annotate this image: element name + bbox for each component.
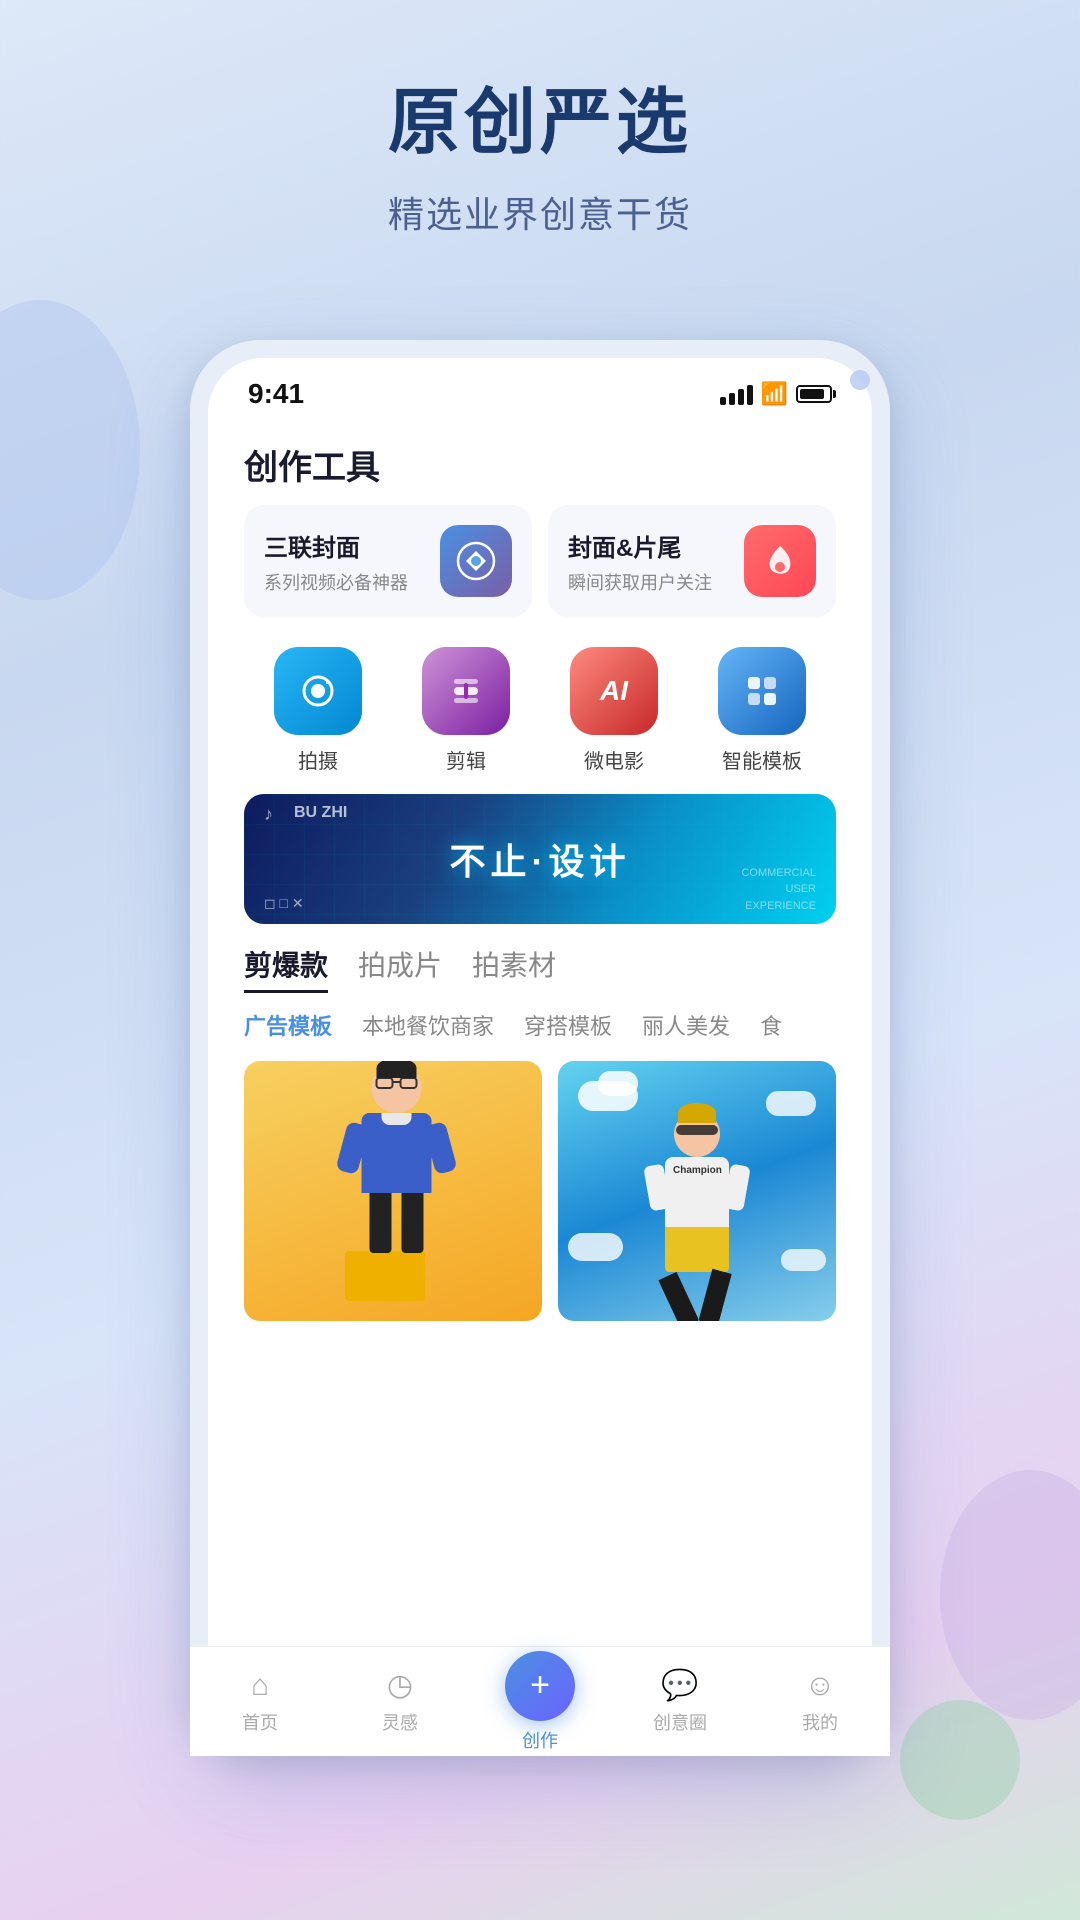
hero-section: 原创严选 精选业界创意干货: [0, 0, 1080, 268]
tool-card-title-1: 三联封面: [264, 528, 408, 563]
status-bar: 9:41 📶: [208, 358, 872, 420]
tool-card-title-2: 封面&片尾: [568, 528, 712, 563]
tab-material[interactable]: 拍素材: [472, 944, 556, 993]
phone-mockup: 9:41 📶 创作工具: [190, 340, 890, 1756]
tool-card-icon-triple: [440, 525, 512, 597]
phone-screen: 9:41 📶 创作工具: [208, 358, 872, 1738]
mine-icon: ☺: [805, 1669, 836, 1703]
sub-tab-ad[interactable]: 广告模板: [244, 1009, 332, 1045]
banner-tiktok-logo: ♪: [264, 804, 273, 825]
nav-item-create[interactable]: + 创作: [470, 1651, 610, 1731]
wifi-icon: 📶: [761, 381, 788, 407]
nav-label-mine: 我的: [802, 1709, 838, 1731]
home-icon: ⌂: [251, 1669, 269, 1703]
screen-content: 创作工具 三联封面 系列视频必备神器: [208, 420, 872, 1730]
micro-film-icon: AI: [570, 647, 658, 735]
hero-subtitle: 精选业界创意干货: [0, 186, 1080, 238]
hero-title: 原创严选: [0, 80, 1080, 166]
shoot-label: 拍摄: [298, 745, 338, 774]
tool-card-cover-tail[interactable]: 封面&片尾 瞬间获取用户关注: [548, 505, 836, 617]
sub-tab-beauty[interactable]: 丽人美发: [642, 1009, 730, 1045]
status-time: 9:41: [248, 378, 304, 410]
shoot-icon: [274, 647, 362, 735]
nav-item-home[interactable]: ⌂ 首页: [208, 1669, 330, 1731]
page-title: 创作工具: [208, 420, 872, 505]
smart-template-icon: [718, 647, 806, 735]
icon-item-edit[interactable]: 剪辑: [422, 647, 510, 774]
nav-label-create: 创作: [522, 1727, 558, 1731]
tool-card-triple-cover[interactable]: 三联封面 系列视频必备神器: [244, 505, 532, 617]
circle-icon: 💬: [661, 1668, 698, 1703]
bg-decoration-left: [0, 300, 140, 600]
nav-label-inspire: 灵感: [382, 1709, 418, 1730]
create-button[interactable]: +: [505, 1651, 575, 1721]
tool-card-desc-1: 系列视频必备神器: [264, 569, 408, 595]
nav-label-circle: 创意圈: [653, 1709, 707, 1730]
icon-item-smart-template[interactable]: 智能模板: [718, 647, 806, 774]
edit-icon: [422, 647, 510, 735]
sub-tab-more[interactable]: 食: [760, 1009, 782, 1045]
banner-main-text: 不止·设计: [450, 833, 631, 885]
deco-dot: [850, 370, 870, 390]
icon-item-shoot[interactable]: 拍摄: [274, 647, 362, 774]
banner-sub-left: ◻ □ ✕: [264, 895, 304, 912]
tools-cards: 三联封面 系列视频必备神器 封面&: [208, 505, 872, 637]
promo-banner[interactable]: ♪ BU ZHI 不止·设计 ◻ □ ✕ COMMERCIALUSEREXPER…: [244, 794, 836, 924]
sub-tab-food[interactable]: 本地餐饮商家: [362, 1009, 494, 1045]
nav-label-home: 首页: [242, 1709, 278, 1731]
status-icons: 📶: [720, 381, 832, 407]
smart-template-label: 智能模板: [722, 745, 802, 774]
banner-sub-right: COMMERCIALUSEREXPERIENCE: [741, 865, 816, 915]
signal-icon: [720, 383, 753, 405]
battery-icon: [796, 385, 832, 403]
main-tabs: 剪爆款 拍成片 拍素材: [208, 944, 872, 1009]
tool-card-icon-cover: [744, 525, 816, 597]
image-grid: Champion: [208, 1061, 872, 1321]
tab-cut[interactable]: 剪爆款: [244, 944, 328, 993]
phone-frame: 9:41 📶 创作工具: [190, 340, 890, 1756]
sub-tabs: 广告模板 本地餐饮商家 穿搭模板 丽人美发 食: [208, 1009, 872, 1061]
bg-decoration-br: [900, 1700, 1020, 1820]
inspire-icon: ◷: [387, 1668, 413, 1703]
nav-item-circle[interactable]: 💬 创意圈: [610, 1668, 750, 1730]
bottom-nav: ⌂ 首页 ◷ 灵感 + 创作 💬 创意圈: [208, 1646, 872, 1730]
image-card-yellow[interactable]: [244, 1061, 542, 1321]
tab-shoot[interactable]: 拍成片: [358, 944, 442, 993]
tool-card-desc-2: 瞬间获取用户关注: [568, 569, 712, 595]
nav-item-mine[interactable]: ☺ 我的: [750, 1669, 872, 1731]
icon-grid: 拍摄 剪辑: [208, 637, 872, 794]
icon-item-micro-film[interactable]: AI 微电影: [570, 647, 658, 774]
image-card-blue[interactable]: Champion: [558, 1061, 836, 1321]
micro-film-label: 微电影: [584, 745, 644, 774]
bg-decoration-right: [940, 1470, 1080, 1720]
edit-label: 剪辑: [446, 745, 486, 774]
sub-tab-fashion[interactable]: 穿搭模板: [524, 1009, 612, 1045]
nav-item-inspire[interactable]: ◷ 灵感: [330, 1668, 470, 1730]
